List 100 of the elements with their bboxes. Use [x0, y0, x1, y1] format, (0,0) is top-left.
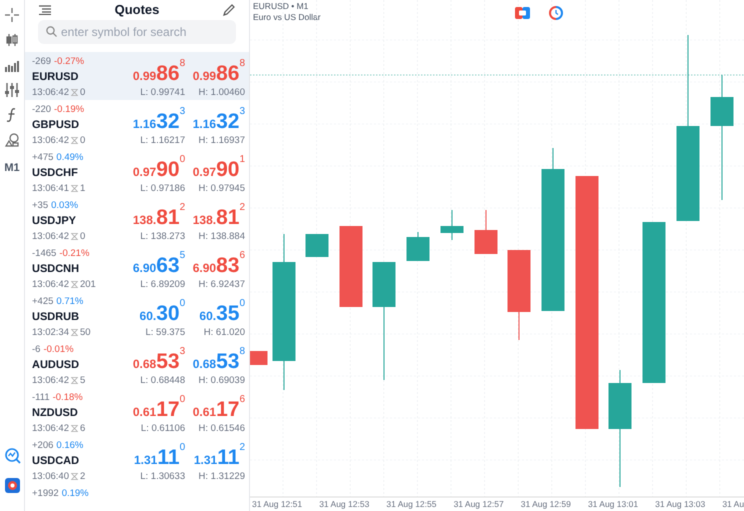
timeframe-button[interactable]: M1: [4, 160, 20, 176]
shapes-icon[interactable]: [5, 133, 19, 147]
app-icon[interactable]: [5, 478, 20, 493]
spread-icon: [70, 184, 78, 192]
candlestick-icon[interactable]: [5, 33, 19, 47]
change-percent: -0.27%: [54, 56, 84, 66]
spread-value: 6: [80, 422, 86, 434]
spread-icon: [70, 280, 78, 288]
spread-value: 0: [80, 134, 86, 146]
candlestick: [306, 234, 328, 258]
spread-value: 1: [80, 182, 86, 194]
pencil-icon[interactable]: [222, 4, 235, 16]
time-label: 31 Au: [722, 498, 744, 511]
high-price: H: 138.884: [198, 230, 245, 242]
symbol-name: AUDUSD: [32, 358, 80, 372]
high-price: H: 1.16937: [198, 134, 245, 146]
change-percent: -0.19%: [54, 104, 84, 114]
sliders-icon[interactable]: [5, 83, 19, 97]
low-price: L: 138.273: [139, 230, 186, 242]
high-price: H: 1.00460: [198, 86, 245, 98]
change-points: +35: [32, 200, 48, 210]
time-label: 31 Aug 12:57: [454, 498, 505, 511]
time-label: 31 Aug 12:51: [252, 498, 304, 511]
low-price: L: 59.375: [144, 326, 186, 338]
quote-time: 13:06:42: [32, 86, 69, 98]
candlestick: [406, 232, 430, 262]
one-click-icon[interactable]: [515, 7, 530, 19]
quote-time: 13:06:42: [32, 374, 69, 386]
spread-icon: [70, 136, 78, 144]
change-percent: -0.18%: [52, 392, 83, 402]
change-percent: 0.16%: [56, 440, 84, 450]
change-points: +206: [32, 440, 54, 450]
change-points: +1992: [32, 488, 59, 498]
chart-description: Euro vs US Dollar: [253, 12, 321, 23]
symbol-name: USDCAD: [32, 454, 80, 468]
quote-time: 13:02:34: [32, 326, 69, 338]
time-label: 31 Aug 12:53: [319, 498, 370, 511]
quote-row[interactable]: -269 -0.27% EURUSD 0.9986$^{8}$ 0.9986$^{8}$ 13:06:42 0 L: 0.99741 H: 1.00460: [25, 52, 249, 100]
chart-symbol: EURUSD • M1: [253, 1, 310, 12]
quote-time: 13:06:40: [32, 470, 69, 482]
change-percent: 0.71%: [56, 296, 84, 306]
change-points: -220: [32, 104, 52, 114]
spread-value: 201: [80, 278, 96, 290]
low-price: L: 0.97186: [139, 182, 186, 194]
candlestick: [474, 210, 498, 254]
spread-value: 5: [80, 374, 86, 386]
spread-icon: [70, 328, 78, 336]
spread-value: 2: [80, 470, 86, 482]
spread-icon: [70, 376, 78, 384]
low-price: L: 0.68448: [139, 374, 186, 386]
change-points: -269: [32, 56, 52, 66]
change-points: -6: [32, 344, 40, 354]
list-icon[interactable]: [39, 4, 51, 15]
quote-time: 13:06:42: [32, 278, 69, 290]
bar-chart-icon[interactable]: [5, 58, 19, 72]
crosshair-icon[interactable]: [5, 8, 19, 22]
clock-icon[interactable]: [549, 6, 563, 20]
search-field[interactable]: enter symbol for search: [38, 20, 236, 44]
panel-title: Quotes: [114, 1, 160, 19]
change-points: -1465: [32, 248, 56, 258]
change-percent: 0.19%: [62, 488, 89, 498]
high-price: H: 1.31229: [198, 470, 245, 482]
high-price: H: 6.92437: [198, 278, 245, 290]
symbol-name: USDCNH: [32, 262, 80, 276]
time-label: 31 Aug 13:03: [655, 498, 706, 511]
change-points: +475: [32, 152, 54, 162]
symbol-name: USDCHF: [32, 166, 79, 180]
time-label: 31 Aug 12:55: [386, 498, 438, 511]
spread-value: 50: [80, 326, 91, 338]
high-price: H: 0.97945: [198, 182, 245, 194]
change-percent: -0.01%: [43, 344, 74, 354]
low-price: L: 6.89209: [139, 278, 186, 290]
candlestick: [440, 210, 464, 240]
candlestick: [250, 350, 268, 366]
quote-time: 13:06:42: [32, 230, 69, 242]
spread-icon: [70, 424, 78, 432]
symbol-name: EURUSD: [32, 70, 80, 84]
change-percent: 0.03%: [51, 200, 78, 210]
time-label: 31 Aug 13:01: [588, 498, 640, 511]
quote-time: 13:06:42: [32, 134, 69, 146]
spread-icon: [70, 232, 78, 240]
high-price: H: 0.69039: [198, 374, 245, 386]
time-label: 31 Aug 12:59: [520, 498, 572, 511]
spread-icon: [70, 88, 78, 96]
high-price: H: 0.61546: [198, 422, 245, 434]
chart-search-icon[interactable]: [4, 448, 20, 464]
change-points: +425: [32, 296, 54, 306]
change-points: -111: [32, 392, 50, 402]
spread-value: 0: [80, 230, 86, 242]
high-price: H: 61.020: [202, 326, 245, 338]
change-percent: 0.49%: [56, 152, 84, 162]
low-price: L: 1.16217: [139, 134, 186, 146]
low-price: L: 0.99741: [139, 86, 186, 98]
symbol-name: USDJPY: [32, 214, 78, 228]
quote-time: 13:06:42: [32, 422, 69, 434]
low-price: L: 0.61106: [140, 422, 186, 434]
symbol-name: GBPUSD: [32, 118, 80, 132]
change-percent: -0.21%: [59, 248, 90, 258]
quote-time: 13:06:41: [32, 182, 69, 194]
low-price: L: 1.30633: [139, 470, 186, 482]
